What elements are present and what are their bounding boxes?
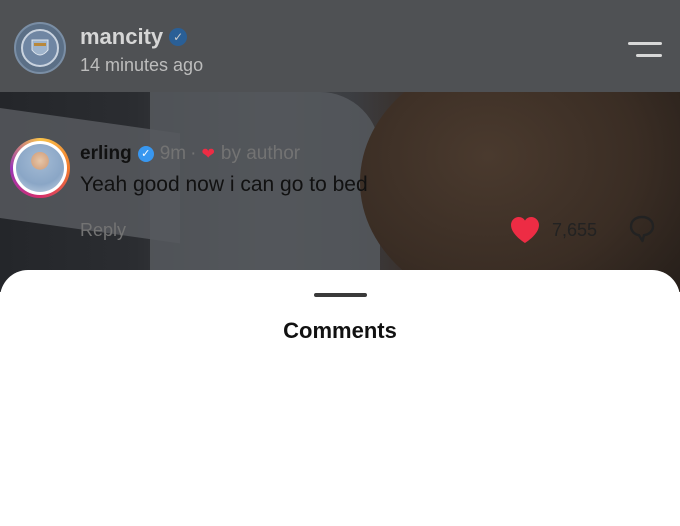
comment-text: Yeah good now i can go to bed <box>80 173 368 196</box>
liked-by-author-label: by author <box>220 143 301 164</box>
dislike-icon[interactable] <box>628 214 656 244</box>
verified-badge-icon: ✓ <box>137 146 154 162</box>
commenter-username[interactable]: erling <box>80 143 132 165</box>
comment-meta: erling ✓ 9m · ❤ by author <box>80 143 300 165</box>
commenter-avatar[interactable] <box>10 138 70 198</box>
post-username[interactable]: mancity ✓ <box>80 24 188 50</box>
comments-sheet: Comments <box>0 270 680 526</box>
post-username-text[interactable]: mancity <box>80 24 163 50</box>
verified-badge-icon: ✓ <box>169 28 188 46</box>
heart-icon: ❤ <box>201 146 215 163</box>
hamburger-menu-icon[interactable] <box>628 40 662 60</box>
reply-button[interactable]: Reply <box>80 220 126 241</box>
meta-separator: · <box>190 143 197 164</box>
like-heart-icon[interactable] <box>510 216 540 244</box>
comment-time: 9m <box>159 143 187 164</box>
like-count: 7,655 <box>552 220 598 240</box>
sheet-drag-handle[interactable] <box>314 293 367 297</box>
club-crest-icon[interactable] <box>14 22 66 74</box>
post-time: 14 minutes ago <box>80 55 204 75</box>
sheet-title: Comments <box>283 318 397 343</box>
